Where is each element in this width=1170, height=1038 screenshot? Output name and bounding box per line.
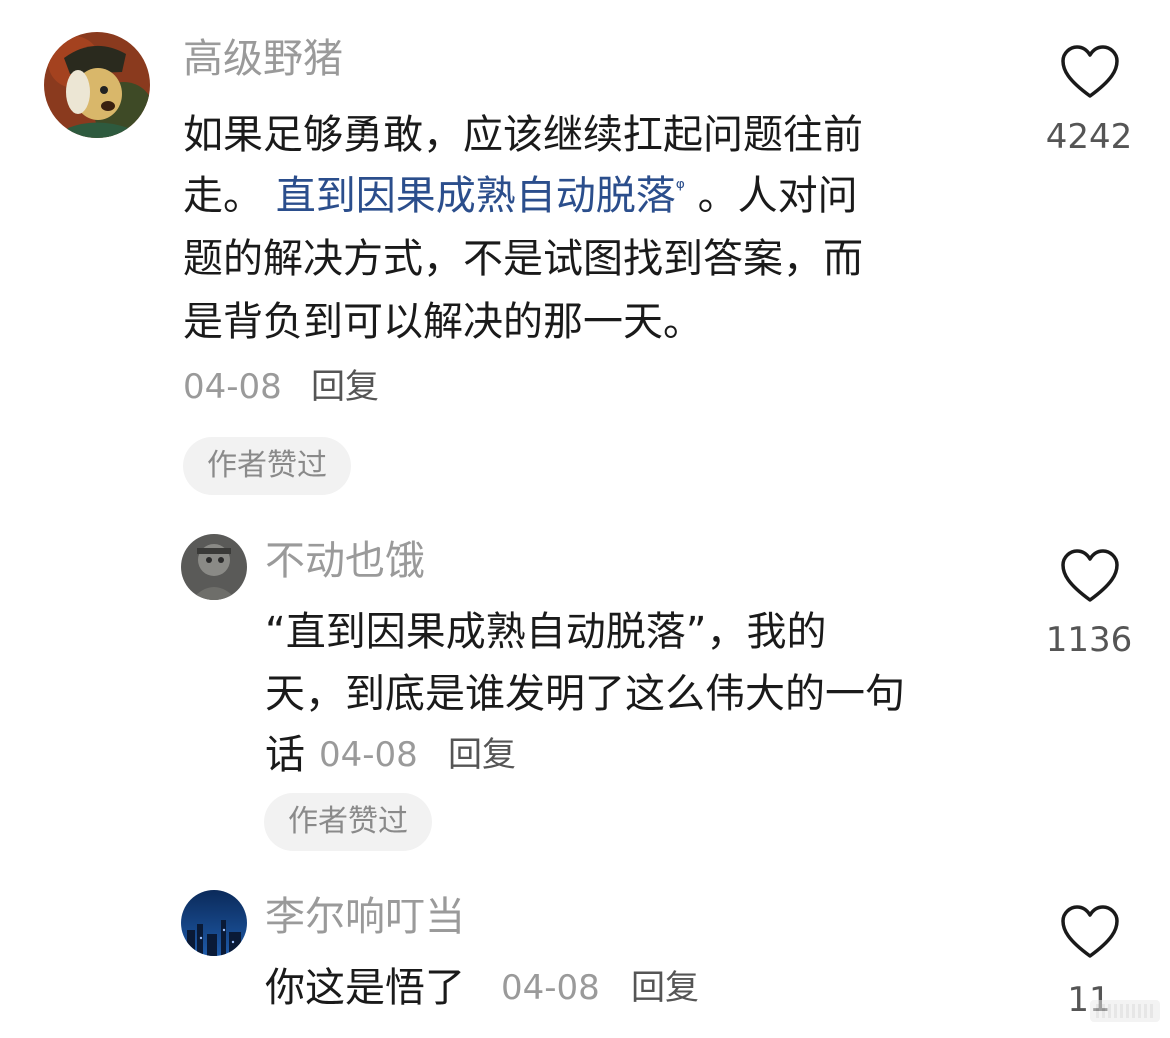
like-button[interactable]: [1060, 904, 1120, 960]
comment-text-line: 如果足够勇敢，应该继续扛起问题往前: [183, 112, 863, 158]
author-liked-badge: 作者赞过: [264, 793, 432, 851]
like-button[interactable]: [1060, 44, 1120, 100]
comment-date: 04-08: [501, 968, 600, 1008]
reply-button[interactable]: 回复: [311, 370, 379, 404]
comment-text-line: 你这是悟了: [265, 965, 465, 1011]
comment-text-prefix: 走。: [183, 173, 263, 219]
comment-text-line: 是背负到可以解决的那一天。: [183, 299, 703, 345]
heart-icon: [1061, 45, 1119, 98]
username[interactable]: 高级野猪: [183, 39, 343, 79]
avatar[interactable]: [181, 890, 247, 956]
search-link[interactable]: 直到因果成熟自动脱落: [276, 173, 676, 219]
search-icon[interactable]: ᵠ: [676, 176, 685, 201]
comment-text-line: 天，到底是谁发明了这么伟大的一句: [265, 671, 905, 717]
like-button[interactable]: [1060, 548, 1120, 604]
avatar-image: [181, 534, 247, 600]
author-liked-badge: 作者赞过: [183, 437, 351, 495]
like-count: 1136: [1045, 620, 1133, 660]
username[interactable]: 李尔响叮当: [265, 897, 465, 937]
watermark: [1090, 998, 1160, 1024]
reply-button[interactable]: 回复: [631, 971, 699, 1005]
reply-button[interactable]: 回复: [448, 738, 516, 772]
comment-date: 04-08: [319, 735, 418, 775]
comment-text-line: “直到因果成熟自动脱落”，我的: [265, 609, 827, 655]
avatar-image: [181, 890, 247, 956]
comment-text-line: 走。 直到因果成熟自动脱落ᵠ 。人对问: [183, 176, 858, 216]
username[interactable]: 不动也饿: [265, 541, 425, 581]
heart-icon: [1061, 905, 1119, 958]
comment-text-suffix: 。人对问: [697, 173, 858, 219]
like-count: 4242: [1045, 117, 1133, 157]
comment-date: 04-08: [183, 367, 282, 407]
comment-text-line: 话: [265, 732, 305, 778]
avatar[interactable]: [181, 534, 247, 600]
avatar-image: [44, 32, 150, 138]
heart-icon: [1061, 549, 1119, 602]
avatar[interactable]: [44, 32, 150, 138]
watermark-icon: [1090, 1000, 1160, 1022]
comment-text-line: 题的解决方式，不是试图找到答案，而: [183, 236, 863, 282]
